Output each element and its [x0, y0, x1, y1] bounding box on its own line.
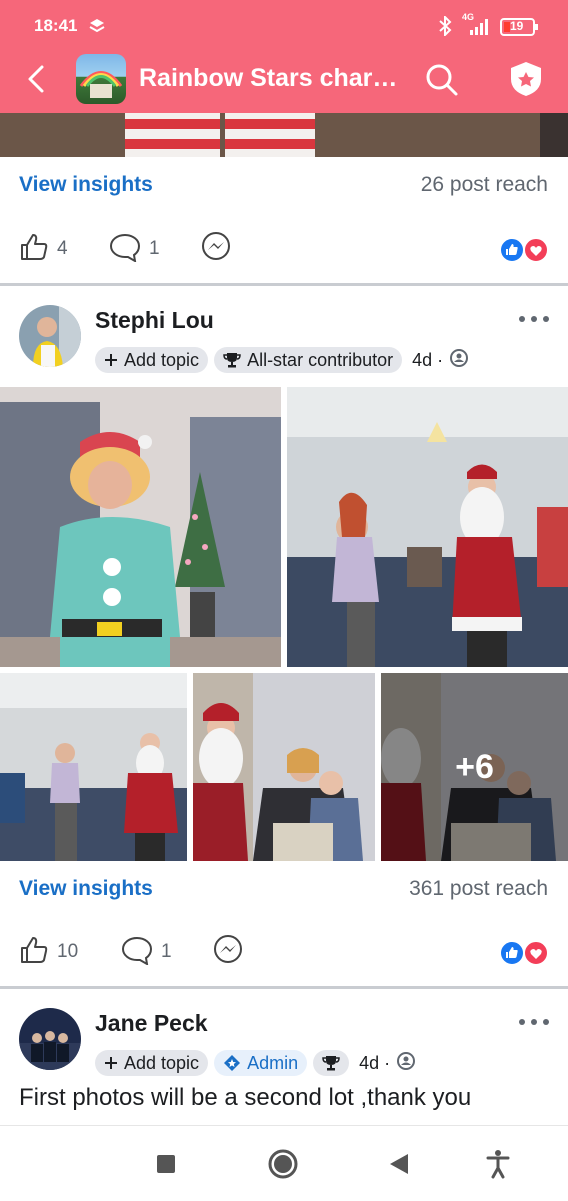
admin-shield-icon[interactable] — [506, 59, 546, 99]
post1-photo-grid: +6 — [0, 387, 568, 861]
like-count: 10 — [57, 941, 79, 962]
plus-icon — [104, 353, 118, 367]
previous-post-insights-row: View insights 26 post reach — [0, 157, 568, 213]
photo-santa-handshake[interactable] — [0, 673, 187, 861]
badge-label: Admin — [247, 1052, 299, 1073]
post1-insights-row: View insights 361 post reach — [0, 861, 568, 917]
messenger-icon — [200, 231, 232, 268]
signal-icon — [464, 18, 492, 41]
home-icon[interactable] — [265, 1146, 301, 1182]
status-time: 18:41 — [34, 16, 78, 35]
status-bar: 18:41 4G 19 — [0, 0, 568, 52]
trophy-icon — [322, 1054, 340, 1072]
thumbs-up-icon — [19, 232, 49, 267]
back-icon[interactable] — [382, 1146, 418, 1182]
post-body-text: First photos will be a second lot ,thank… — [19, 1084, 472, 1111]
battery-level: 19 — [510, 19, 524, 33]
accessibility-icon[interactable] — [480, 1146, 516, 1182]
reaction-summary[interactable] — [498, 940, 550, 966]
system-navigation-bar — [0, 1125, 568, 1201]
view-insights-link[interactable]: View insights — [19, 173, 153, 197]
post-divider — [0, 986, 568, 989]
trophy-icon — [223, 351, 241, 369]
privacy-group-icon — [449, 348, 469, 373]
more-options-icon[interactable] — [518, 311, 550, 327]
view-insights-link[interactable]: View insights — [19, 877, 153, 901]
messenger-share-button[interactable] — [212, 934, 244, 967]
back-arrow-icon[interactable] — [22, 62, 54, 96]
nav-row: Rainbow Stars chari… — [0, 52, 568, 113]
messenger-icon — [212, 934, 244, 971]
previous-post-photo[interactable] — [0, 113, 568, 157]
messenger-share-button[interactable] — [200, 231, 232, 264]
search-icon[interactable] — [424, 62, 460, 98]
add-topic-label: Add topic — [124, 349, 200, 370]
recent-apps-icon[interactable] — [148, 1146, 184, 1182]
post2-header: Jane Peck Add topic Admin 4d · — [0, 1008, 568, 1088]
admin-diamond-icon — [223, 1054, 241, 1072]
previous-post-actions: 4 1 — [0, 218, 568, 278]
post-age: 4d · — [412, 349, 444, 370]
add-topic-button[interactable]: Add topic — [95, 347, 209, 373]
group-avatar[interactable] — [76, 54, 126, 104]
reaction-summary[interactable] — [498, 237, 550, 263]
admin-badge[interactable]: Admin — [214, 1050, 308, 1076]
photo-more[interactable]: +6 — [381, 673, 568, 861]
bluetooth-icon — [438, 14, 452, 41]
comment-count: 1 — [161, 941, 172, 962]
comment-icon — [109, 232, 141, 267]
post-meta: Add topic All-star contributor 4d · — [95, 345, 469, 375]
thumbs-up-icon — [19, 935, 49, 970]
comment-button[interactable]: 1 — [109, 232, 160, 267]
post1-header: Stephi Lou Add topic All-star contributo… — [0, 305, 568, 385]
contributor-badge[interactable]: All-star contributor — [214, 347, 403, 373]
privacy-group-icon — [396, 1051, 416, 1076]
photo-elf-costume[interactable] — [0, 387, 281, 667]
add-topic-label: Add topic — [124, 1052, 200, 1073]
add-topic-button[interactable]: Add topic — [95, 1050, 209, 1076]
like-button[interactable]: 10 — [19, 935, 79, 970]
badge-label: All-star contributor — [247, 349, 394, 370]
comment-count: 1 — [149, 238, 160, 259]
post-reach: 361 post reach — [409, 877, 548, 900]
more-options-icon[interactable] — [518, 1014, 550, 1030]
like-button[interactable]: 4 — [19, 232, 68, 267]
photo-santa-visit[interactable] — [287, 387, 568, 667]
sync-icon — [88, 18, 106, 39]
group-title[interactable]: Rainbow Stars chari… — [139, 64, 404, 93]
plus-icon — [104, 1056, 118, 1070]
avatar[interactable] — [19, 305, 81, 367]
app-header: 18:41 4G 19 Rainbow Stars chari… — [0, 0, 568, 113]
post-reach: 26 post reach — [420, 173, 548, 196]
post-age: 4d · — [359, 1052, 391, 1073]
post-meta: Add topic Admin 4d · — [95, 1048, 416, 1078]
photo-santa-with-family[interactable] — [193, 673, 375, 861]
like-count: 4 — [57, 238, 68, 259]
more-photos-count: +6 — [381, 673, 568, 861]
comment-button[interactable]: 1 — [121, 935, 172, 970]
trophy-badge[interactable] — [313, 1050, 350, 1076]
post-author[interactable]: Stephi Lou — [95, 307, 214, 334]
avatar[interactable] — [19, 1008, 81, 1070]
post-author[interactable]: Jane Peck — [95, 1010, 208, 1037]
post1-actions: 10 1 — [0, 921, 568, 981]
comment-icon — [121, 935, 153, 970]
post-divider — [0, 283, 568, 286]
